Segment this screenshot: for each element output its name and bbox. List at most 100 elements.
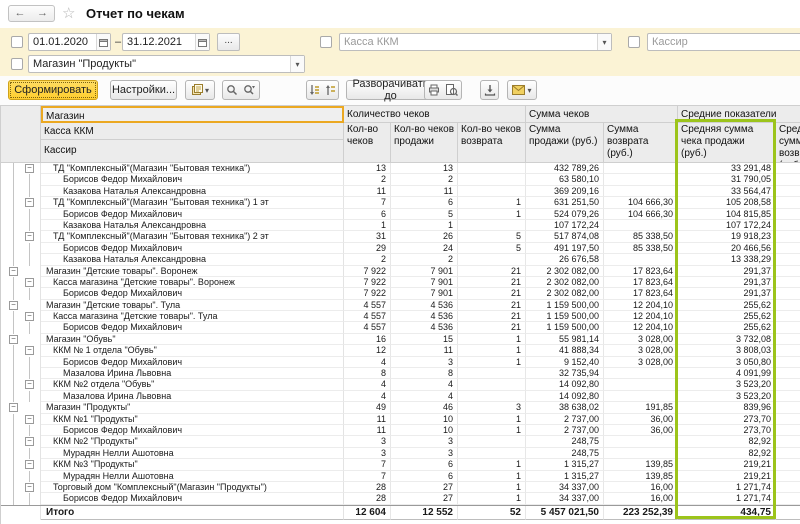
total-row[interactable]: Итого12 60412 552525 457 021,50223 252,3… (1, 505, 800, 520)
cashier-row[interactable]: Борисов Федор Михайлович4319 152,403 028… (1, 357, 800, 368)
cashier-row[interactable]: Борисов Федор Михайлович2263 580,1031 79… (1, 174, 800, 185)
save-button[interactable] (480, 80, 499, 100)
header-group-qty[interactable]: Количество чеков (344, 106, 526, 123)
cashier-row[interactable]: Мазалова Ирина Львовна8832 735,944 091,9… (1, 368, 800, 379)
clipboard-icon (191, 84, 203, 96)
kassa-checkbox[interactable] (320, 36, 332, 48)
favorite-star-icon[interactable]: ☆ (62, 4, 75, 22)
chevron-down-icon[interactable]: ▾ (597, 34, 611, 50)
cashier-row[interactable]: Мурадян Нелли Ашотовна7611 315,27139,852… (1, 471, 800, 482)
value-cell (776, 493, 800, 504)
cashier-row[interactable]: Казакова Наталья Александровна1111369 20… (1, 186, 800, 197)
kassa-group-row[interactable]: −ККМ № 1 отдела "Обувь"1211141 888,343 0… (1, 345, 800, 356)
subcolumn-header[interactable]: Средняя сумма чека возврата (руб.) (776, 123, 800, 163)
kassa-group-row[interactable]: −ТД "Комплексный"(Магазин "Бытовая техни… (1, 163, 800, 174)
value-cell: 7 922 (344, 266, 391, 277)
kassa-group-row[interactable]: −ККМ №2 "Продукты"33248,7582,92 (1, 436, 800, 447)
kassa-group-row[interactable]: −ТД "Комплексный"(Магазин "Бытовая техни… (1, 197, 800, 208)
header-kassir-cell[interactable]: Кассир (41, 140, 344, 163)
kassir-input[interactable] (648, 34, 800, 50)
cashier-row[interactable]: Борисов Федор Михайлович2827134 337,0016… (1, 493, 800, 504)
print-preview-button[interactable] (442, 80, 462, 100)
kassa-group-row[interactable]: −Касса магазина "Детские товары". Вороне… (1, 277, 800, 288)
cashier-row[interactable]: Борисов Федор Михайлович4 5574 536211 15… (1, 322, 800, 333)
find-button[interactable] (222, 80, 241, 100)
date-to-input[interactable] (123, 34, 195, 50)
header-kassa-cell[interactable]: Касса ККМ (41, 123, 344, 140)
kassa-group-row[interactable]: −Торговый дом "Комплексный"(Магазин "Про… (1, 482, 800, 493)
forward-button[interactable]: → (31, 5, 55, 22)
collapse-group-button[interactable]: − (9, 301, 18, 310)
collapse-group-button[interactable]: − (25, 460, 34, 469)
kassa-input[interactable] (340, 34, 597, 50)
cashier-row[interactable]: Борисов Федор Михайлович651524 079,26104… (1, 209, 800, 220)
header-group-avg[interactable]: Средние показатели (678, 106, 800, 123)
date-from-input[interactable] (29, 34, 96, 50)
chevron-down-icon[interactable]: ▾ (290, 56, 304, 72)
date-from-field[interactable] (28, 33, 111, 51)
cashier-row[interactable]: Мазалова Ирина Львовна4414 092,803 523,2… (1, 391, 800, 402)
subcolumn-header[interactable]: Сумма возврата (руб.) (604, 123, 678, 163)
cashier-row[interactable]: Борисов Федор Михайлович111012 737,0036,… (1, 425, 800, 436)
store-input[interactable] (29, 56, 290, 72)
collapse-group-button[interactable]: − (9, 403, 18, 412)
kassa-group-row[interactable]: −Касса магазина "Детские товары". Тула4 … (1, 311, 800, 322)
kassa-group-row[interactable]: −ККМ №1 "Продукты"111012 737,0036,00273,… (1, 414, 800, 425)
collapse-group-button[interactable]: − (25, 415, 34, 424)
kassir-field[interactable] (647, 33, 800, 51)
calendar-icon[interactable] (96, 34, 110, 50)
tree-line (13, 436, 14, 447)
store-group-row[interactable]: −Магазин "Продукты"4946338 638,02191,858… (1, 402, 800, 413)
store-group-row[interactable]: −Магазин "Обувь"1615155 981,143 028,003 … (1, 334, 800, 345)
back-button[interactable]: ← (8, 5, 32, 22)
collapse-group-button[interactable]: − (25, 198, 34, 207)
store-group-row[interactable]: −Магазин "Детские товары". Воронеж7 9227… (1, 266, 800, 277)
collapse-group-button[interactable]: − (25, 380, 34, 389)
report-variants-button[interactable]: ▾ (185, 80, 215, 100)
store-field[interactable]: ▾ (28, 55, 305, 73)
collapse-group-button[interactable]: − (25, 232, 34, 241)
kassa-group-row[interactable]: −ККМ №3 "Продукты"7611 315,27139,85219,2… (1, 459, 800, 470)
collapse-group-button[interactable]: − (25, 483, 34, 492)
cashier-row[interactable]: Борисов Федор Михайлович29245491 197,508… (1, 243, 800, 254)
period-more-button[interactable]: ... (217, 33, 240, 51)
store-checkbox[interactable] (11, 58, 23, 70)
subcolumn-header[interactable]: Средняя сумма чека продажи (руб.) (678, 123, 776, 163)
value-cell (604, 186, 678, 197)
generate-button[interactable]: Сформировать (8, 80, 98, 100)
subcolumn-header[interactable]: Кол-во чеков продажи (391, 123, 458, 163)
calendar-icon[interactable] (195, 34, 209, 50)
kassa-group-row[interactable]: −ТД "Комплексный"(Магазин "Бытовая техни… (1, 231, 800, 242)
collapse-group-button[interactable]: − (9, 335, 18, 344)
kassa-group-row[interactable]: −ККМ №2 отдела "Обувь"4414 092,803 523,2… (1, 379, 800, 390)
value-cell: 107 172,24 (526, 220, 604, 231)
subcolumn-header[interactable]: Кол-во чеков (344, 123, 391, 163)
print-button[interactable] (424, 80, 443, 100)
collapse-group-button[interactable]: − (25, 278, 34, 287)
cashier-row[interactable]: Казакова Наталья Александровна11107 172,… (1, 220, 800, 231)
collapse-group-button[interactable]: − (25, 437, 34, 446)
collapse-group-button[interactable]: − (25, 346, 34, 355)
period-checkbox[interactable] (11, 36, 23, 48)
expand-groups-button[interactable] (306, 80, 323, 100)
kassir-checkbox[interactable] (628, 36, 640, 48)
collapse-groups-button[interactable] (322, 80, 339, 100)
collapse-group-button[interactable]: − (25, 164, 34, 173)
header-magazin-cell[interactable]: Магазин (41, 106, 344, 123)
kassa-field[interactable]: ▾ (339, 33, 612, 51)
subcolumn-header[interactable]: Сумма продажи (руб.) (526, 123, 604, 163)
collapse-group-button[interactable]: − (9, 267, 18, 276)
value-cell: 517 874,08 (526, 231, 604, 242)
store-group-row[interactable]: −Магазин "Детские товары". Тула4 5574 53… (1, 300, 800, 311)
cashier-row[interactable]: Борисов Федор Михайлович7 9227 901212 30… (1, 288, 800, 299)
expand-groups-icon (309, 84, 320, 96)
date-to-field[interactable] (122, 33, 210, 51)
collapse-group-button[interactable]: − (25, 312, 34, 321)
subcolumn-header[interactable]: Кол-во чеков возврата (458, 123, 526, 163)
send-mail-button[interactable]: ▾ (507, 80, 537, 100)
cashier-row[interactable]: Казакова Наталья Александровна2226 676,5… (1, 254, 800, 265)
find-next-button[interactable] (240, 80, 260, 100)
header-group-sum[interactable]: Сумма чеков (526, 106, 678, 123)
settings-button[interactable]: Настройки... (110, 80, 177, 100)
cashier-row[interactable]: Мурадян Нелли Ашотовна33248,7582,92 (1, 448, 800, 459)
